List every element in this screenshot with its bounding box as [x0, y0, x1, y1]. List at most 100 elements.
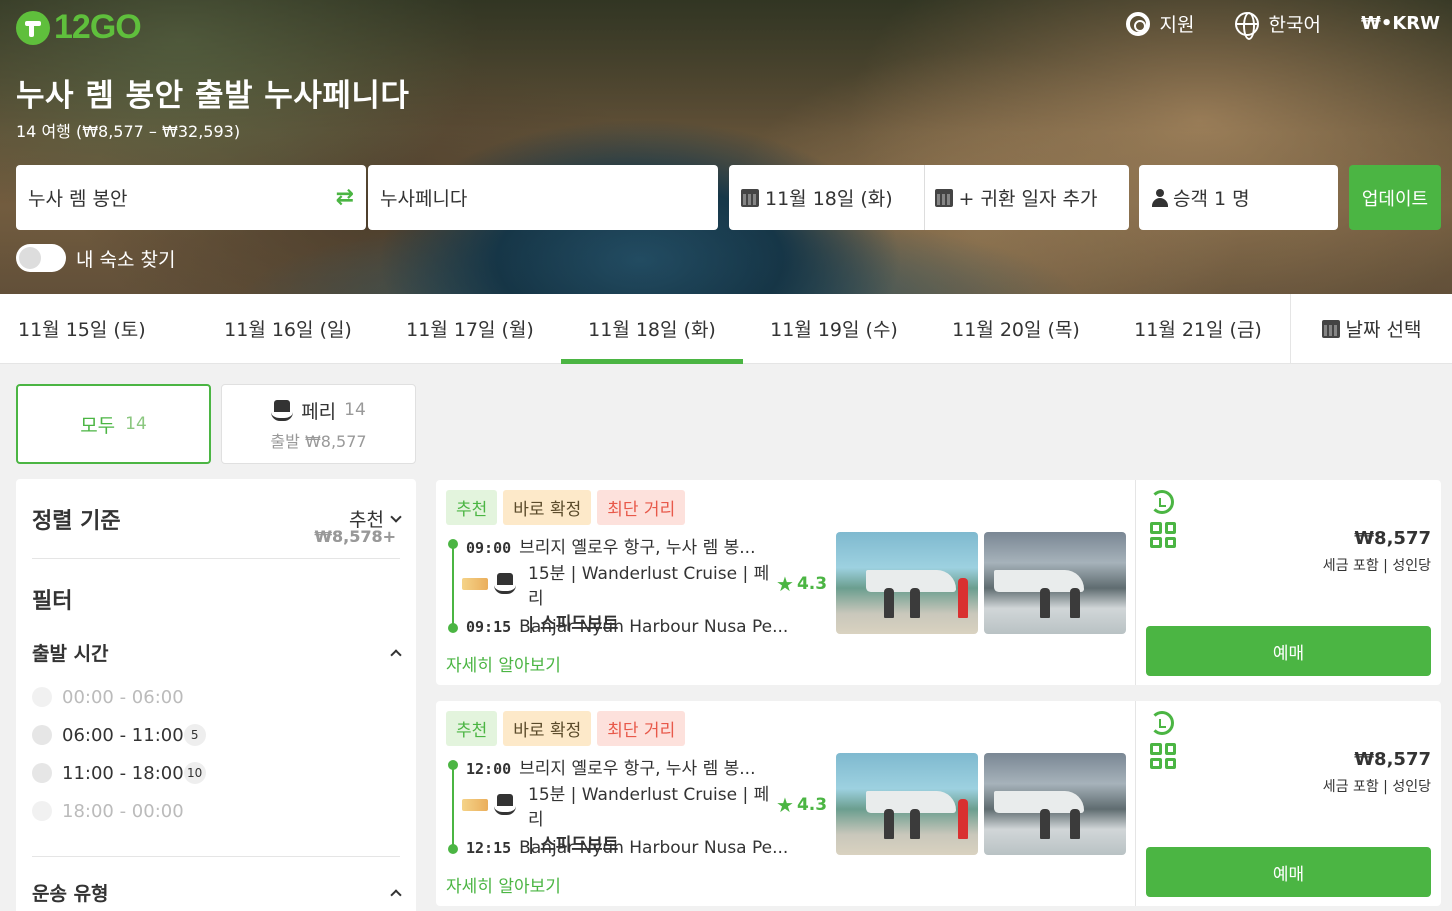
all-label: 모두: [80, 414, 116, 437]
operator-line: 15분 | Wanderlust Cruise | 페리: [528, 785, 770, 830]
ferry-count: 14: [344, 400, 366, 420]
ferry-label: 페리: [301, 400, 337, 423]
photo-figure: [884, 809, 894, 839]
currency-selector[interactable]: ₩•KRW: [1361, 13, 1440, 34]
trip-photo[interactable]: [984, 753, 1126, 855]
photo-figure: [910, 588, 920, 618]
book-button[interactable]: 예매: [1146, 847, 1431, 897]
ferry-icon: [494, 793, 516, 815]
departure-time-header[interactable]: 출발 시간: [32, 639, 402, 666]
arrival-dot: [448, 623, 458, 633]
transport-all-tab[interactable]: 모두 14: [16, 384, 211, 464]
swap-icon[interactable]: ⇄: [336, 185, 354, 210]
language-selector[interactable]: 한국어: [1234, 10, 1321, 40]
trip-tags: 추천 바로 확정 최단 거리: [446, 490, 686, 525]
transport-type-header[interactable]: 운송 유형: [32, 879, 402, 906]
qr-ticket-icon: [1150, 522, 1176, 548]
departure-place: 브리지 옐로우 항구, 누사 렘 봉...: [519, 759, 756, 779]
trip-price: ₩8,577: [1354, 528, 1431, 549]
ferry-icon: [494, 572, 516, 594]
hero-banner: 12GO 지원 한국어 ₩•KRW 누사 렘 봉안 출발 누사페니다 14 여행…: [0, 0, 1452, 294]
return-date-field[interactable]: + 귀환 일자 추가: [934, 165, 1118, 230]
arrival-time: 12:15: [466, 839, 512, 857]
departure-stop: 09:00 브리지 옐로우 항구, 누사 렘 봉...: [466, 533, 755, 558]
trip-photo[interactable]: [836, 753, 978, 855]
date-picker-label: 날짜 선택: [1345, 319, 1422, 341]
chevron-up-icon: [390, 648, 402, 661]
operator-logo: [462, 799, 488, 811]
time-slot-checkbox: [32, 687, 52, 707]
trip-photo[interactable]: [984, 532, 1126, 634]
rating-value: 4.3: [796, 795, 828, 815]
time-slot-count: 5: [183, 724, 206, 746]
update-button[interactable]: 업데이트: [1349, 165, 1441, 230]
tag-recommended: 추천: [446, 711, 498, 746]
star-icon: ★: [776, 793, 794, 817]
date-tab[interactable]: 11월 17일 (월): [379, 294, 561, 363]
find-accommodation-toggle-row: 내 숙소 찾기: [16, 244, 175, 272]
date-tab[interactable]: 11월 21일 (금): [1107, 294, 1289, 363]
passengers-field[interactable]: 승객 1 명: [1139, 165, 1338, 230]
sidebar-divider: [32, 856, 400, 857]
photo-figure: [1070, 588, 1080, 618]
photo-figure: [958, 799, 968, 839]
time-slot-checkbox[interactable]: [32, 725, 52, 745]
time-slot-checkbox: [32, 801, 52, 821]
date-tab[interactable]: 11월 16일 (일): [197, 294, 379, 363]
language-label: 한국어: [1268, 14, 1321, 36]
departure-stop: 12:00 브리지 옐로우 항구, 누사 렘 봉...: [466, 754, 755, 779]
more-details-link[interactable]: 자세히 알아보기: [446, 651, 561, 676]
price-note: 세금 포함 | 성인당: [1322, 779, 1431, 795]
destination-field[interactable]: 누사페니다: [368, 165, 718, 230]
all-count: 14: [125, 414, 147, 434]
operator-logo: [462, 578, 488, 590]
refund-icon: [1150, 711, 1174, 735]
departure-time: 12:00: [466, 760, 512, 778]
passengers-value: 승객 1 명: [1173, 188, 1250, 210]
tag-instant-confirm: 바로 확정: [503, 711, 592, 746]
trip-photo[interactable]: [836, 532, 978, 634]
date-tabs: 11월 15일 (토) 11월 16일 (일) 11월 17일 (월) 11월 …: [0, 294, 1452, 364]
book-button[interactable]: 예매: [1146, 626, 1431, 676]
user-icon: [1151, 188, 1169, 207]
departure-date-field[interactable]: 11월 18일 (화): [741, 165, 924, 230]
transport-ferry-tab[interactable]: 페리 14 출발 ₩8,577: [221, 384, 416, 464]
photo-figure: [884, 588, 894, 618]
rating: ★ 4.3: [776, 793, 827, 817]
trip-card[interactable]: 추천 바로 확정 최단 거리 09:00 브리지 옐로우 항구, 누사 렘 봉..…: [436, 480, 1441, 685]
origin-field[interactable]: 누사 렘 봉안 ⇄: [16, 165, 366, 230]
filter-title: 필터: [32, 589, 73, 614]
time-slot-checkbox[interactable]: [32, 763, 52, 783]
date-divider: [923, 165, 925, 230]
date-tab[interactable]: 11월 19일 (수): [743, 294, 925, 363]
tag-shortest: 최단 거리: [597, 490, 686, 525]
support-link[interactable]: 지원: [1125, 10, 1195, 37]
time-slot-row[interactable]: 06:00 - 11:00 ₩8,578+ 5: [32, 527, 400, 754]
departure-dot: [448, 760, 458, 770]
departure-place: 브리지 옐로우 항구, 누사 렘 봉...: [519, 538, 756, 558]
arrival-stop: 12:15 Banjar Nyuh Harbour Nusa Pe...: [466, 838, 788, 858]
trip-tags: 추천 바로 확정 최단 거리: [446, 711, 686, 746]
calendar-icon: [934, 188, 953, 207]
time-slot-row[interactable]: 11:00 - 18:00 ₩8,578+ 10: [32, 527, 400, 792]
lifebuoy-icon: [1125, 11, 1150, 36]
date-tab[interactable]: 11월 15일 (토): [0, 294, 197, 363]
tag-shortest: 최단 거리: [597, 711, 686, 746]
logo[interactable]: 12GO: [16, 8, 142, 47]
transport-type-title: 운송 유형: [32, 883, 109, 905]
photo-figure: [1040, 809, 1050, 839]
filter-sidebar: 정렬 기준 추천 필터 출발 시간 00:00 - 06:00 06:00 - …: [16, 479, 416, 911]
accommodation-toggle[interactable]: [16, 244, 66, 272]
more-details-link[interactable]: 자세히 알아보기: [446, 872, 561, 897]
star-icon: ★: [776, 572, 794, 596]
departure-time: 09:00: [466, 539, 512, 557]
photo-figure: [1040, 588, 1050, 618]
date-tab[interactable]: 11월 20일 (목): [925, 294, 1107, 363]
photo-figure: [1070, 809, 1080, 839]
arrival-stop: 09:15 Banjar Nyuh Harbour Nusa Pe...: [466, 617, 788, 637]
trip-card[interactable]: 추천 바로 확정 최단 거리 12:00 브리지 옐로우 항구, 누사 렘 봉..…: [436, 701, 1441, 906]
time-slot-price: ₩8,578+: [314, 527, 396, 546]
time-slot-range: 06:00 - 11:00: [62, 724, 184, 746]
date-tab-active[interactable]: 11월 18일 (화): [561, 294, 743, 364]
date-picker-button[interactable]: 날짜 선택: [1290, 294, 1452, 363]
